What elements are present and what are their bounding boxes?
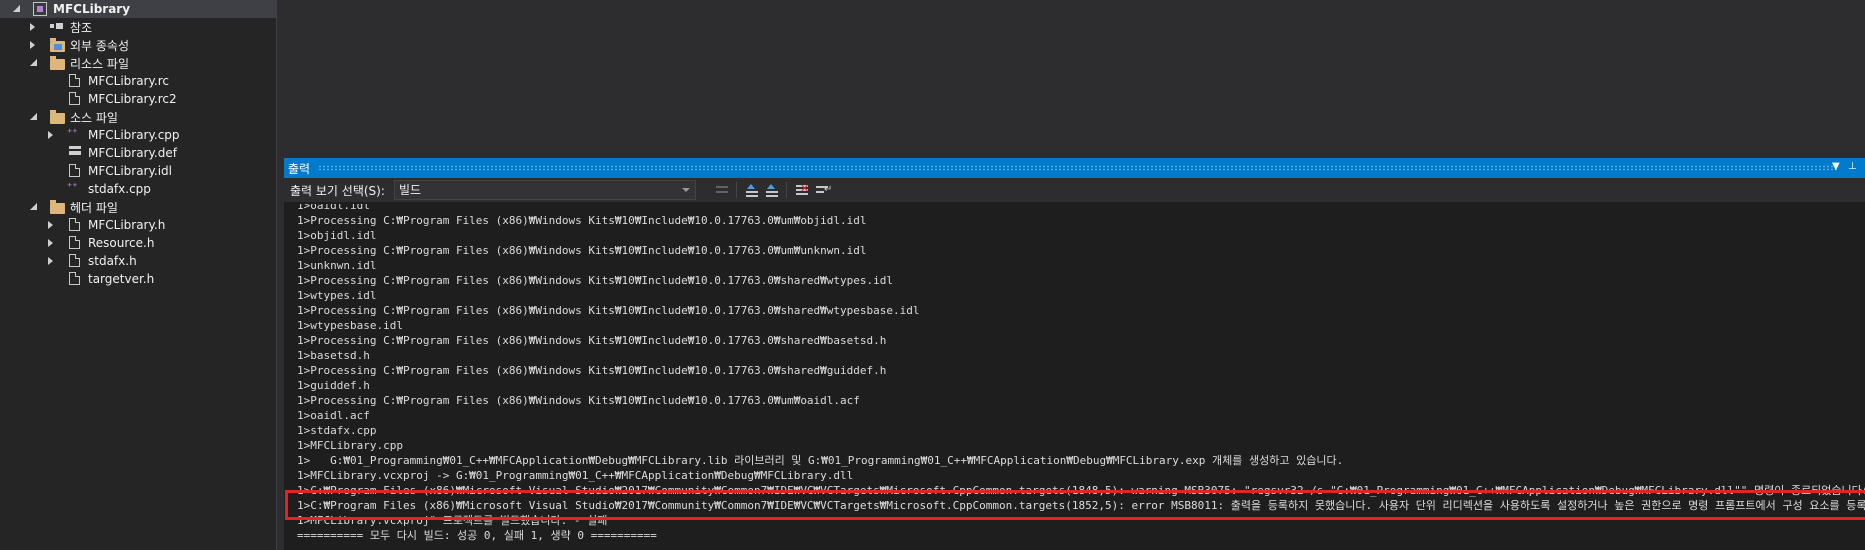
tree-item[interactable]: ⁺⁺ stdafx.cpp bbox=[0, 180, 277, 198]
output-line: 1>MFCLibrary.cpp bbox=[297, 439, 403, 452]
tree-item[interactable]: 참조 bbox=[0, 18, 277, 36]
window-position-dropdown-icon[interactable]: ▼ bbox=[1832, 161, 1840, 172]
tree-item[interactable]: MFCLibrary.def bbox=[0, 144, 277, 162]
file-icon bbox=[69, 92, 80, 105]
error-highlight-box bbox=[285, 490, 1865, 520]
tree-item[interactable]: MFCLibrary bbox=[0, 0, 277, 18]
output-line: 1>Processing C:₩Program Files (x86)₩Wind… bbox=[297, 364, 887, 377]
output-line: 1> G:₩01_Programming₩01_C++₩MFCApplicati… bbox=[297, 454, 1344, 467]
toolbar-separator bbox=[736, 182, 737, 198]
tree-item-label: 헤더 파일 bbox=[70, 200, 118, 215]
pin-icon[interactable]: ⊥ bbox=[1848, 161, 1857, 172]
output-line: 1>stdafx.cpp bbox=[297, 424, 377, 437]
solution-explorer-tree: MFCLibrary 참조외부 종속성리소스 파일 MFCLibrary.rc MFC… bbox=[0, 0, 277, 550]
file-icon bbox=[69, 74, 80, 87]
output-line: 1>Processing C:₩Program Files (x86)₩Wind… bbox=[297, 304, 920, 317]
folder-icon bbox=[50, 56, 65, 70]
file-icon bbox=[69, 164, 80, 177]
output-line: 1>oaidl.idl bbox=[297, 204, 370, 212]
tree-item-label: MFCLibrary.cpp bbox=[88, 128, 180, 142]
cpp-file-icon: ⁺⁺ bbox=[67, 182, 78, 193]
tree-item[interactable]: 소스 파일 bbox=[0, 108, 277, 126]
project-icon bbox=[33, 2, 47, 16]
collapse-arrow-icon[interactable] bbox=[30, 41, 35, 49]
go-to-message-icon[interactable] bbox=[714, 182, 730, 198]
output-line: 1>basetsd.h bbox=[297, 349, 370, 362]
file-icon bbox=[69, 236, 80, 249]
folder-icon bbox=[50, 110, 65, 124]
output-line: 1>Processing C:₩Program Files (x86)₩Wind… bbox=[297, 394, 860, 407]
toolbar-separator bbox=[786, 182, 787, 198]
tree-item[interactable]: ⁺⁺ MFCLibrary.cpp bbox=[0, 126, 277, 144]
expand-arrow-icon[interactable] bbox=[13, 5, 20, 12]
references-icon bbox=[50, 23, 64, 31]
output-line: 1>Processing C:₩Program Files (x86)₩Wind… bbox=[297, 334, 887, 347]
output-line: 1>unknwn.idl bbox=[297, 259, 377, 272]
tree-item-label: Resource.h bbox=[88, 236, 155, 250]
output-line: 1>objidl.idl bbox=[297, 229, 377, 242]
expand-arrow-icon[interactable] bbox=[30, 113, 37, 120]
output-source-select[interactable]: 빌드 bbox=[394, 180, 696, 200]
tree-item[interactable]: stdafx.h bbox=[0, 252, 277, 270]
output-line: 1>wtypes.idl bbox=[297, 289, 377, 302]
output-source-value: 빌드 bbox=[399, 183, 422, 197]
output-line: 1>Processing C:₩Program Files (x86)₩Wind… bbox=[297, 244, 867, 257]
tree-item-label: MFCLibrary.h bbox=[88, 218, 166, 232]
chevron-down-icon bbox=[682, 188, 690, 192]
show-output-from-label: 출력 보기 선택(S): bbox=[290, 183, 385, 198]
tree-item[interactable]: 외부 종속성 bbox=[0, 36, 277, 54]
tree-item[interactable]: Resource.h bbox=[0, 234, 277, 252]
tree-item-label: MFCLibrary.def bbox=[88, 146, 177, 160]
title-grip bbox=[318, 165, 1837, 171]
tree-item[interactable]: 헤더 파일 bbox=[0, 198, 277, 216]
previous-message-icon[interactable] bbox=[744, 182, 760, 198]
tree-item-label: MFCLibrary bbox=[53, 2, 131, 16]
tree-item[interactable]: 리소스 파일 bbox=[0, 54, 277, 72]
output-line: 1>wtypesbase.idl bbox=[297, 319, 403, 332]
output-line: 1>Processing C:₩Program Files (x86)₩Wind… bbox=[297, 214, 867, 227]
tree-item-label: 외부 종속성 bbox=[70, 38, 130, 53]
tree-item-label: 리소스 파일 bbox=[70, 56, 130, 71]
toggle-word-wrap-icon[interactable]: ↵ bbox=[814, 182, 832, 198]
tree-item[interactable]: MFCLibrary.h bbox=[0, 216, 277, 234]
next-message-icon[interactable] bbox=[764, 182, 780, 198]
tree-item-label: 소스 파일 bbox=[70, 110, 118, 125]
def-file-icon bbox=[69, 146, 81, 156]
file-icon bbox=[69, 218, 80, 231]
collapse-arrow-icon[interactable] bbox=[48, 257, 53, 265]
output-line: 1>oaidl.acf bbox=[297, 409, 370, 422]
tree-item-label: stdafx.h bbox=[88, 254, 137, 268]
file-icon bbox=[69, 254, 80, 267]
output-line: 1>Processing C:₩Program Files (x86)₩Wind… bbox=[297, 274, 894, 287]
clear-all-icon[interactable]: ✕ bbox=[794, 182, 810, 198]
collapse-arrow-icon[interactable] bbox=[30, 23, 35, 31]
output-line: 1>guiddef.h bbox=[297, 379, 370, 392]
output-title: 출력 bbox=[288, 161, 311, 176]
output-toolbar: 출력 보기 선택(S): 빌드 ✕ ↵ bbox=[284, 178, 1865, 202]
expand-arrow-icon[interactable] bbox=[30, 59, 37, 66]
tree-item[interactable]: MFCLibrary.rc bbox=[0, 72, 277, 90]
collapse-arrow-icon[interactable] bbox=[48, 131, 53, 139]
file-icon bbox=[69, 272, 80, 285]
tree-item-label: MFCLibrary.rc bbox=[88, 74, 169, 88]
tree-item-label: MFCLibrary.rc2 bbox=[88, 92, 177, 106]
collapse-arrow-icon[interactable] bbox=[48, 221, 53, 229]
tree-item[interactable]: MFCLibrary.rc2 bbox=[0, 90, 277, 108]
output-line: 1>MFCLibrary.vcxproj -> G:₩01_Programmin… bbox=[297, 469, 854, 482]
cpp-file-icon: ⁺⁺ bbox=[67, 128, 78, 139]
tree-item-label: stdafx.cpp bbox=[88, 182, 151, 196]
collapse-arrow-icon[interactable] bbox=[48, 239, 53, 247]
tree-item[interactable]: targetver.h bbox=[0, 270, 277, 288]
expand-arrow-icon[interactable] bbox=[30, 203, 37, 210]
output-title-bar[interactable]: 출력 ▼ ⊥ bbox=[284, 158, 1865, 178]
tree-item-label: 참조 bbox=[70, 20, 93, 35]
output-line: ========== 모두 다시 빌드: 성공 0, 실패 1, 생략 0 ==… bbox=[297, 529, 657, 542]
folder-icon bbox=[50, 200, 65, 214]
tree-item-label: targetver.h bbox=[88, 272, 155, 286]
tree-item[interactable]: MFCLibrary.idl bbox=[0, 162, 277, 180]
tree-item-label: MFCLibrary.idl bbox=[88, 164, 172, 178]
external-folder-icon bbox=[50, 38, 65, 52]
